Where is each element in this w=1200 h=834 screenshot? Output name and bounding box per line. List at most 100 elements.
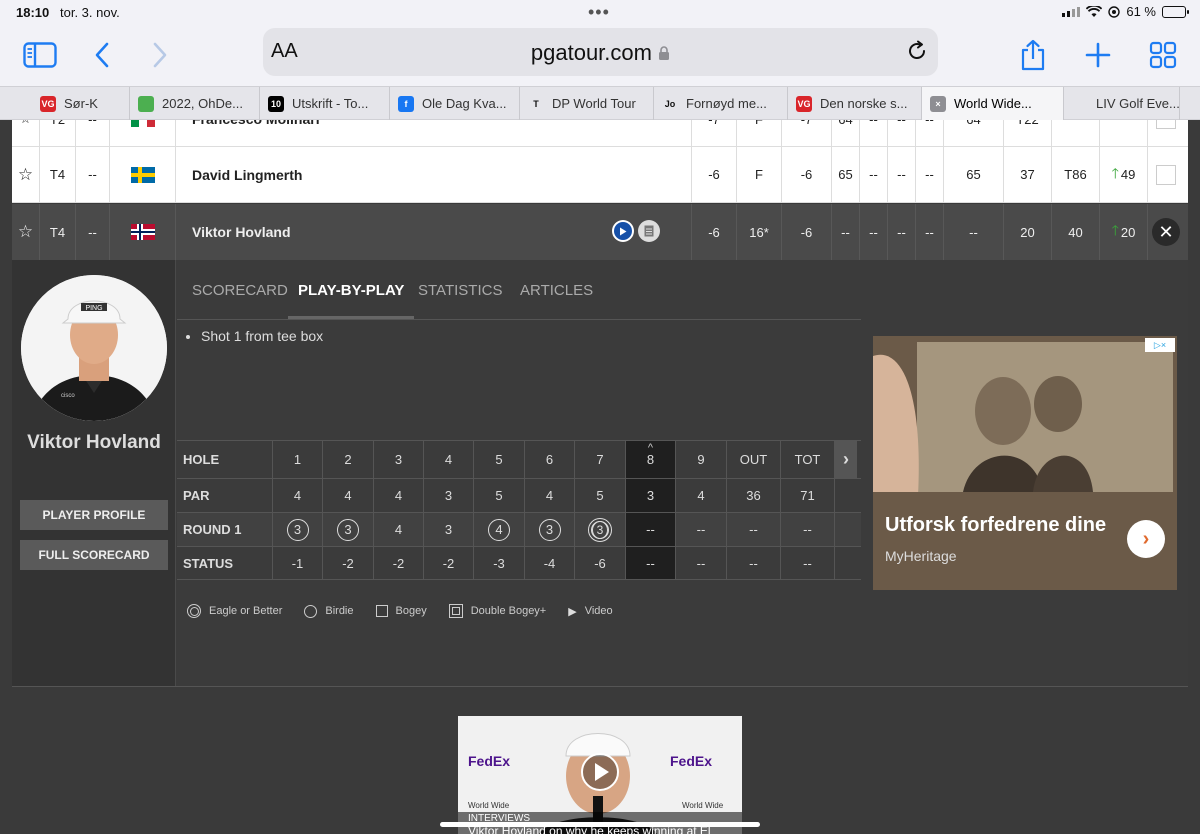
tab-label: 2022, OhDe... xyxy=(162,96,243,111)
player-profile-button[interactable]: PLAYER PROFILE xyxy=(20,500,168,530)
favorite-star-icon[interactable]: ☆ xyxy=(12,204,40,260)
home-indicator[interactable] xyxy=(440,822,760,827)
player-avatar: PING cisco xyxy=(21,275,167,421)
play-video-icon[interactable] xyxy=(612,220,634,242)
expand-icon[interactable] xyxy=(1148,120,1184,146)
advertisement[interactable]: ▷× Utforsk forfedrene dine MyHeritage › xyxy=(873,336,1177,590)
browser-tab[interactable]: LIV Golf Eve... xyxy=(1064,87,1180,120)
browser-tab[interactable]: 2022, OhDe... xyxy=(130,87,260,120)
video-thumbnail[interactable]: FedEx FedEx World Wide World Wide INTERV… xyxy=(458,716,742,834)
browser-tab[interactable]: VG Sør-K xyxy=(0,87,130,120)
legend-label: Video xyxy=(584,605,613,617)
favorite-star-icon[interactable]: ☆ xyxy=(12,120,40,146)
total: 65 xyxy=(944,147,1004,202)
scorecard-cell: -4 xyxy=(525,547,575,579)
new-tab-icon[interactable] xyxy=(1078,38,1118,72)
r4: -- xyxy=(916,204,944,260)
ad-arrow-icon[interactable]: › xyxy=(1127,520,1165,558)
tab-scorecard[interactable]: SCORECARD xyxy=(192,282,288,299)
scorecard-value: 4 xyxy=(293,488,302,503)
list-item[interactable]: Shot 1 from tee box xyxy=(201,328,323,344)
scorecard-cell: 4 xyxy=(525,479,575,512)
back-icon[interactable] xyxy=(82,38,122,72)
scorecard-cell: 3 xyxy=(424,479,474,512)
browser-tab[interactable]: VG Den norske s... xyxy=(788,87,922,120)
scorecard-cell: 4 xyxy=(474,513,525,546)
scorecard-value: 4 xyxy=(344,488,352,503)
table-row-selected[interactable]: ☆ T4 -- Viktor Hovland -6 16* -6 -- -- -… xyxy=(12,204,1188,260)
browser-tab[interactable]: f Ole Dag Kva... xyxy=(390,87,520,120)
double-bogey-icon xyxy=(448,604,463,618)
tab-label: Den norske s... xyxy=(820,96,908,111)
r3: -- xyxy=(888,204,916,260)
movement: -- xyxy=(76,204,110,260)
browser-tab[interactable]: 10 Utskrift - To... xyxy=(260,87,390,120)
player-name[interactable]: Francesco Molinari xyxy=(176,120,692,146)
trend-value: 49 xyxy=(1120,167,1136,182)
detail-tabs: SCORECARD PLAY-BY-PLAY STATISTICS ARTICL… xyxy=(177,260,861,320)
full-scorecard-button[interactable]: FULL SCORECARD xyxy=(20,540,168,570)
player-name: Viktor Hovland xyxy=(192,224,291,240)
scorecard-cell: 3 xyxy=(575,513,626,546)
scorecard-cell: -2 xyxy=(374,547,424,579)
position: T2 xyxy=(40,120,76,146)
birdie-mark: 3 xyxy=(538,518,561,541)
adchoices-icon[interactable]: ▷× xyxy=(1145,338,1175,352)
tab-favicon-icon: 10 xyxy=(268,95,284,112)
table-row[interactable]: ☆ T2 -- Francesco Molinari -7 F -7 64 --… xyxy=(12,120,1188,147)
browser-tab[interactable]: × World Wide... xyxy=(922,87,1064,120)
scorecard-cell: -- xyxy=(676,513,727,546)
scorecard-row-status: STATUS -1 -2 -2 -2 -3 -4 -6 -- -- -- -- xyxy=(177,546,861,580)
table-row[interactable]: ☆ T4 -- David Lingmerth -6 F -6 65 -- --… xyxy=(12,147,1188,203)
tab-play-by-play[interactable]: PLAY-BY-PLAY xyxy=(287,282,415,319)
multitasking-dots-icon[interactable]: ••• xyxy=(588,2,610,23)
browser-toolbar: AA pgatour.com xyxy=(0,24,1200,86)
tab-favicon-icon: f xyxy=(398,95,414,112)
share-icon[interactable] xyxy=(1013,38,1053,72)
browser-tab[interactable]: Jo Fornøyd me... xyxy=(654,87,788,120)
favorite-star-icon[interactable]: ☆ xyxy=(12,147,40,202)
tab-overview-icon[interactable] xyxy=(1143,38,1183,72)
scorecard-value: 4 xyxy=(495,522,503,537)
next-nine-icon[interactable]: › xyxy=(835,441,857,478)
scorecard-value: 3 xyxy=(344,522,352,537)
reload-icon[interactable] xyxy=(906,40,928,67)
player-name-heading: Viktor Hovland xyxy=(27,432,161,453)
sidebar-toggle-icon[interactable] xyxy=(20,38,60,72)
scorecard-cell: -2 xyxy=(323,547,374,579)
scorecard-value: 36 xyxy=(746,488,761,503)
scorecard-cell: -2 xyxy=(424,547,474,579)
address-bar[interactable]: AA pgatour.com xyxy=(263,28,938,76)
wifi-icon xyxy=(1086,5,1103,17)
player-name-cell[interactable]: Viktor Hovland xyxy=(176,204,692,260)
forward-icon[interactable] xyxy=(140,38,180,72)
to-par: -6 xyxy=(692,204,737,260)
close-icon[interactable]: ✕ xyxy=(1148,204,1184,260)
play-icon[interactable] xyxy=(582,754,618,790)
scorecard-value: 4 xyxy=(545,488,554,503)
player-name[interactable]: David Lingmerth xyxy=(176,147,692,202)
eagle-icon xyxy=(187,604,201,618)
scorecard-value: -2 xyxy=(392,555,405,571)
scorecard-value: 6 xyxy=(545,452,554,467)
legend-eagle: Eagle or Better xyxy=(187,604,282,618)
tab-statistics[interactable]: STATISTICS xyxy=(418,282,502,299)
scorecard-value: -- xyxy=(803,522,812,537)
url-text[interactable]: pgatour.com xyxy=(263,40,938,66)
scorecard-doc-icon[interactable] xyxy=(638,220,660,242)
scorecard-value: 3 xyxy=(545,522,554,537)
browser-tab[interactable]: T DP World Tour xyxy=(520,87,654,120)
arrow-up-icon: 🡑 xyxy=(1111,164,1119,181)
rank-trend: 🡑 20 xyxy=(1100,204,1148,260)
legend-label: Eagle or Better xyxy=(209,605,283,617)
eagle-mark: 3 xyxy=(588,517,612,542)
scorecard-label: PAR xyxy=(177,479,273,512)
scorecard-cell: 2 xyxy=(323,441,374,478)
tab-label: LIV Golf Eve... xyxy=(1096,96,1180,111)
ad-title: Utforsk forfedrene dine xyxy=(885,514,1107,536)
expand-icon[interactable] xyxy=(1148,147,1184,202)
scorecard-value: 4 xyxy=(697,488,705,503)
scorecard-value: 5 xyxy=(495,488,503,503)
tab-articles[interactable]: ARTICLES xyxy=(520,282,593,299)
scorecard-cell: -- xyxy=(626,513,676,546)
